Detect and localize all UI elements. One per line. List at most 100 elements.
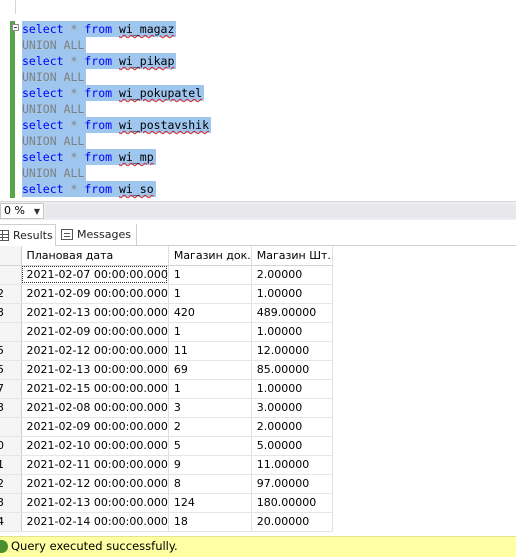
cell-date[interactable]: 2021-02-13 00:00:00.000 bbox=[21, 493, 169, 513]
cell-date[interactable]: 2021-02-09 00:00:00.000 bbox=[21, 417, 169, 437]
chevron-down-icon[interactable]: ▼ bbox=[34, 205, 40, 219]
cell-doc[interactable]: 5 bbox=[168, 436, 252, 456]
code-line[interactable]: select * from wi_postavshik bbox=[22, 117, 212, 133]
sql-code[interactable]: select * from wi_magaz UNION ALL select * … bbox=[22, 21, 212, 197]
cell-qty[interactable]: 12.00000 bbox=[251, 341, 333, 361]
table-row[interactable]: 1 2021-02-11 00:00:00.000 9 11.00000 bbox=[0, 455, 333, 475]
table-row[interactable]: 2021-02-09 00:00:00.000 2 2.00000 bbox=[0, 417, 333, 437]
cell-date[interactable]: 2021-02-07 00:00:00.000 bbox=[21, 265, 169, 285]
cell-doc[interactable]: 9 bbox=[168, 455, 252, 475]
table-row[interactable]: 5 2021-02-12 00:00:00.000 11 12.00000 bbox=[0, 341, 333, 361]
cell-qty[interactable]: 180.00000 bbox=[251, 493, 333, 513]
cell-doc[interactable]: 1 bbox=[168, 379, 252, 399]
code-line[interactable]: UNION ALL bbox=[22, 133, 87, 149]
code-line[interactable]: select * from wi_so bbox=[22, 181, 156, 197]
cell-qty[interactable]: 1.00000 bbox=[251, 284, 333, 304]
cell-doc[interactable]: 124 bbox=[168, 493, 252, 513]
code-line[interactable]: UNION ALL bbox=[22, 69, 87, 85]
cell-qty[interactable]: 11.00000 bbox=[251, 455, 333, 475]
row-number[interactable] bbox=[0, 265, 22, 285]
row-number[interactable]: 0 bbox=[0, 436, 22, 456]
sql-operator: * bbox=[70, 182, 78, 196]
cell-date[interactable]: 2021-02-10 00:00:00.000 bbox=[21, 436, 169, 456]
cell-qty[interactable]: 3.00000 bbox=[251, 398, 333, 418]
row-number[interactable]: 1 bbox=[0, 455, 22, 475]
collapse-toggle-icon[interactable] bbox=[12, 24, 19, 31]
cell-qty[interactable]: 1.00000 bbox=[251, 322, 333, 342]
code-line[interactable]: select * from wi_pikap bbox=[22, 53, 177, 69]
cell-doc[interactable]: 2 bbox=[168, 417, 252, 437]
row-number-header[interactable] bbox=[0, 246, 22, 266]
cell-date[interactable]: 2021-02-14 00:00:00.000 bbox=[21, 512, 169, 532]
cell-date[interactable]: 2021-02-11 00:00:00.000 bbox=[21, 455, 169, 475]
cell-qty[interactable]: 2.00000 bbox=[251, 417, 333, 437]
sql-keyword: UNION bbox=[22, 70, 57, 84]
column-header-date[interactable]: Плановая дата bbox=[21, 246, 169, 266]
cell-doc[interactable]: 1 bbox=[168, 265, 252, 285]
cell-doc[interactable]: 1 bbox=[168, 284, 252, 304]
results-table: Плановая дата Магазин док. Магазин Шт. 2… bbox=[0, 246, 333, 532]
cell-date[interactable]: 2021-02-12 00:00:00.000 bbox=[21, 341, 169, 361]
row-number[interactable]: 4 bbox=[0, 512, 22, 532]
column-header-qty[interactable]: Магазин Шт. bbox=[251, 246, 333, 266]
code-line[interactable]: UNION ALL bbox=[22, 101, 87, 117]
cell-date[interactable]: 2021-02-13 00:00:00.000 bbox=[21, 303, 169, 323]
cell-doc[interactable]: 18 bbox=[168, 512, 252, 532]
cell-doc[interactable]: 3 bbox=[168, 398, 252, 418]
column-header-doc[interactable]: Магазин док. bbox=[168, 246, 252, 266]
sql-keyword: select bbox=[22, 86, 64, 100]
cell-qty[interactable]: 85.00000 bbox=[251, 360, 333, 380]
table-row[interactable]: 0 2021-02-10 00:00:00.000 5 5.00000 bbox=[0, 436, 333, 456]
cell-date[interactable]: 2021-02-15 00:00:00.000 bbox=[21, 379, 169, 399]
sql-operator: * bbox=[70, 54, 78, 68]
code-line[interactable]: select * from wi_mp bbox=[22, 149, 156, 165]
cell-qty[interactable]: 1.00000 bbox=[251, 379, 333, 399]
row-number[interactable]: 5 bbox=[0, 341, 22, 361]
code-line[interactable]: select * from wi_magaz bbox=[22, 21, 177, 37]
table-row[interactable]: 2021-02-07 00:00:00.000 1 2.00000 bbox=[0, 265, 333, 285]
cell-date[interactable]: 2021-02-13 00:00:00.000 bbox=[21, 360, 169, 380]
cell-doc[interactable]: 420 bbox=[168, 303, 252, 323]
horizontal-scrollbar[interactable] bbox=[46, 204, 516, 218]
results-grid[interactable]: Плановая дата Магазин док. Магазин Шт. 2… bbox=[0, 246, 516, 536]
cell-doc[interactable]: 69 bbox=[168, 360, 252, 380]
row-number[interactable]: 5 bbox=[0, 360, 22, 380]
row-number[interactable]: 3 bbox=[0, 398, 22, 418]
cell-date[interactable]: 2021-02-09 00:00:00.000 bbox=[21, 322, 169, 342]
table-row[interactable]: 3 2021-02-13 00:00:00.000 420 489.00000 bbox=[0, 303, 333, 323]
row-number[interactable]: 3 bbox=[0, 493, 22, 513]
cell-date[interactable]: 2021-02-12 00:00:00.000 bbox=[21, 474, 169, 494]
sql-keyword: ALL bbox=[63, 38, 85, 52]
row-number[interactable]: 7 bbox=[0, 379, 22, 399]
code-line[interactable]: UNION ALL bbox=[22, 37, 87, 53]
cell-doc[interactable]: 8 bbox=[168, 474, 252, 494]
table-row[interactable]: 4 2021-02-14 00:00:00.000 18 20.00000 bbox=[0, 512, 333, 532]
cell-qty[interactable]: 97.00000 bbox=[251, 474, 333, 494]
cell-date[interactable]: 2021-02-09 00:00:00.000 bbox=[21, 284, 169, 304]
row-number[interactable]: 2 bbox=[0, 284, 22, 304]
cell-qty[interactable]: 489.00000 bbox=[251, 303, 333, 323]
cell-qty[interactable]: 2.00000 bbox=[251, 265, 333, 285]
cell-date[interactable]: 2021-02-08 00:00:00.000 bbox=[21, 398, 169, 418]
table-row[interactable]: 3 2021-02-13 00:00:00.000 124 180.00000 bbox=[0, 493, 333, 513]
cell-qty[interactable]: 20.00000 bbox=[251, 512, 333, 532]
row-number[interactable]: 2 bbox=[0, 474, 22, 494]
code-line[interactable]: select * from wi_pokupatel bbox=[22, 85, 205, 101]
tab-results[interactable]: Results bbox=[0, 224, 56, 246]
cell-doc[interactable]: 1 bbox=[168, 322, 252, 342]
code-line[interactable]: UNION ALL bbox=[22, 165, 87, 181]
tab-messages[interactable]: Messages bbox=[57, 224, 137, 246]
table-row[interactable]: 2 2021-02-09 00:00:00.000 1 1.00000 bbox=[0, 284, 333, 304]
table-row[interactable]: 3 2021-02-08 00:00:00.000 3 3.00000 bbox=[0, 398, 333, 418]
query-editor[interactable]: select * from wi_magaz UNION ALL select * … bbox=[0, 0, 516, 200]
table-row[interactable]: 5 2021-02-13 00:00:00.000 69 85.00000 bbox=[0, 360, 333, 380]
cell-qty[interactable]: 5.00000 bbox=[251, 436, 333, 456]
table-row[interactable]: 7 2021-02-15 00:00:00.000 1 1.00000 bbox=[0, 379, 333, 399]
cell-doc[interactable]: 11 bbox=[168, 341, 252, 361]
table-row[interactable]: 2 2021-02-12 00:00:00.000 8 97.00000 bbox=[0, 474, 333, 494]
zoom-select[interactable]: 0 % ▼ bbox=[0, 203, 44, 219]
table-row[interactable]: 2021-02-09 00:00:00.000 1 1.00000 bbox=[0, 322, 333, 342]
row-number[interactable] bbox=[0, 322, 22, 342]
row-number[interactable]: 3 bbox=[0, 303, 22, 323]
row-number[interactable] bbox=[0, 417, 22, 437]
